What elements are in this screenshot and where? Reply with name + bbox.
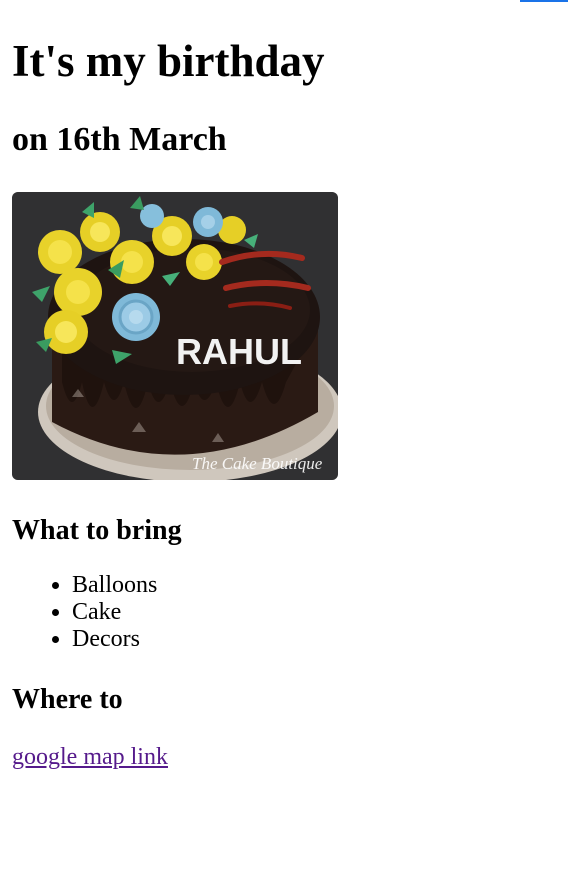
image-watermark: The Cake Boutique xyxy=(192,454,323,473)
top-accent-bar xyxy=(520,0,568,2)
list-item: Balloons xyxy=(72,572,157,599)
birthday-cake-image: RAHUL The Cake Boutique xyxy=(12,192,338,480)
google-map-link[interactable]: google map link xyxy=(12,742,168,772)
date-heading: on 16th March xyxy=(12,121,227,158)
what-to-bring-heading: What to bring xyxy=(12,515,182,546)
list-item: Decors xyxy=(72,626,157,653)
cake-name-text: RAHUL xyxy=(176,331,302,372)
page-title: It's my birthday xyxy=(12,36,325,86)
bring-list: Balloons Cake Decors xyxy=(12,572,157,653)
list-item: Cake xyxy=(72,599,157,626)
where-to-heading: Where to xyxy=(12,684,123,715)
